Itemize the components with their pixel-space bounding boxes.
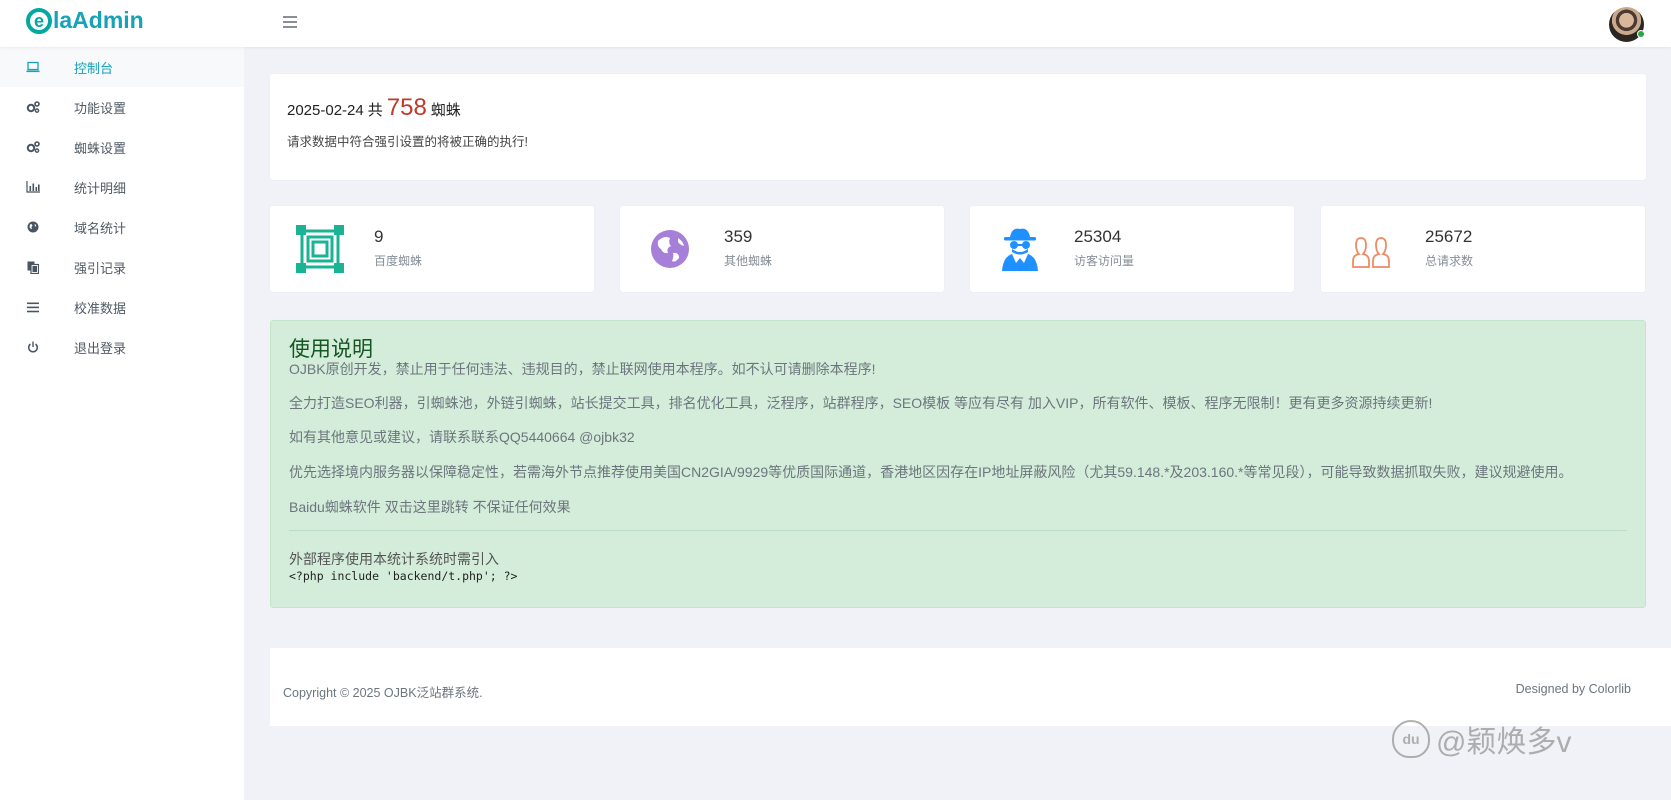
stat-label: 访客访问量	[1074, 254, 1135, 268]
summary-suffix: 蜘蛛	[430, 102, 461, 119]
globe-americas-icon	[644, 223, 696, 275]
stat-label: 其他蜘蛛	[724, 254, 773, 268]
stat-card-other-spiders: 359 其他蜘蛛	[620, 206, 944, 292]
sidebar-item-label: 功能设置	[74, 100, 127, 116]
laptop-icon	[26, 60, 40, 74]
top-header: e laAdmin	[0, 0, 1671, 47]
footer: Copyright © 2025 OJBK泛站群系统. Designed by …	[270, 648, 1671, 726]
include-code: <?php include 'backend/t.php'; ?>	[289, 569, 518, 583]
logo-mark: e	[26, 7, 52, 34]
divider	[289, 530, 1627, 531]
usage-instructions-panel: 使用说明 OJBK原创开发，禁止用于任何违法、违规目的，禁止联网使用本程序。如不…	[270, 320, 1646, 608]
baidu-paw-icon: du	[1392, 720, 1430, 758]
watermark: du @颖焕多v	[1392, 717, 1571, 761]
instruction-line: 全力打造SEO利器，引蜘蛛池，外链引蜘蛛，站长提交工具，排名优化工具，泛程序，站…	[289, 395, 1433, 411]
watermark-text: @颖焕多v	[1436, 726, 1572, 759]
designed-by-link[interactable]: Designed by Colorlib	[1516, 682, 1631, 696]
sidebar-item-logout[interactable]: 退出登录	[0, 327, 244, 367]
stat-card-total-requests: 25672 总请求数	[1321, 206, 1645, 292]
globe-icon	[26, 220, 40, 234]
logo[interactable]: e laAdmin	[26, 7, 144, 34]
sidebar-item-label: 退出登录	[74, 340, 127, 356]
sidebar-item-label: 域名统计	[74, 220, 127, 236]
stat-card-visitor-visits: 25304 访客访问量	[970, 206, 1294, 292]
welcome-subtitle: 请求数据中符合强引设置的将被正确的执行!	[287, 135, 528, 149]
sidebar-item-label: 校准数据	[74, 300, 127, 316]
stat-value: 359	[724, 227, 753, 246]
sidebar-item-calibrate-data[interactable]: 校准数据	[0, 287, 244, 327]
summary-prefix: 共	[367, 102, 383, 119]
stat-label: 百度蜘蛛	[374, 254, 423, 268]
stat-value: 9	[374, 227, 384, 246]
frame-icon	[294, 223, 346, 275]
sidebar-item-statistics-detail[interactable]: 统计明细	[0, 167, 244, 207]
menu-toggle-icon[interactable]	[283, 13, 297, 33]
sidebar-item-domain-statistics[interactable]: 域名统计	[0, 207, 244, 247]
users-icon	[1345, 223, 1397, 275]
code-title: 外部程序使用本统计系统时需引入	[289, 551, 499, 567]
stat-value: 25672	[1425, 227, 1473, 246]
instruction-line: 如有其他意见或建议，请联系联系QQ5440664 @ojbk32	[289, 429, 635, 445]
stat-label: 总请求数	[1425, 254, 1474, 268]
spy-icon	[994, 223, 1046, 275]
copyright-text: Copyright © 2025 OJBK泛站群系统.	[283, 686, 483, 700]
logo-text: laAdmin	[53, 7, 144, 33]
sidebar: 控制台 功能设置 蜘蛛设置 统计明细 域名统计 强引记录 校准数据 退出登录	[0, 47, 244, 800]
sidebar-item-label: 统计明细	[74, 180, 127, 196]
gears-icon	[26, 140, 40, 154]
instruction-line: 优先选择境内服务器以保障稳定性，若需海外节点推荐使用美国CN2GIA/9929等…	[289, 464, 1573, 480]
sidebar-item-label: 强引记录	[74, 260, 127, 276]
gears-icon	[26, 100, 40, 114]
spider-count: 758	[386, 94, 427, 121]
sidebar-item-spider-settings[interactable]: 蜘蛛设置	[0, 127, 244, 167]
online-status-dot	[1637, 30, 1645, 38]
bar-chart-icon	[26, 180, 40, 194]
baidu-spider-link[interactable]: Baidu蜘蛛软件 双击这里跳转 不保证任何效果	[289, 497, 571, 517]
welcome-card: 2025-02-24 共 758 蜘蛛 请求数据中符合强引设置的将被正确的执行!	[270, 74, 1646, 180]
sidebar-item-label: 控制台	[74, 60, 114, 76]
sidebar-item-redirect-records[interactable]: 强引记录	[0, 247, 244, 287]
sidebar-item-function-settings[interactable]: 功能设置	[0, 87, 244, 127]
sidebar-item-label: 蜘蛛设置	[74, 140, 127, 156]
stat-card-baidu-spiders: 9 百度蜘蛛	[270, 206, 594, 292]
summary-date: 2025-02-24	[287, 102, 364, 119]
copy-icon	[26, 260, 40, 274]
sidebar-item-dashboard[interactable]: 控制台	[0, 47, 244, 87]
list-icon	[26, 300, 40, 314]
welcome-summary: 2025-02-24 共 758 蜘蛛	[287, 94, 461, 122]
power-icon	[26, 340, 40, 354]
stat-value: 25304	[1074, 227, 1122, 246]
instruction-line: OJBK原创开发，禁止用于任何违法、违规目的，禁止联网使用本程序。如不认可请删除…	[289, 361, 876, 377]
